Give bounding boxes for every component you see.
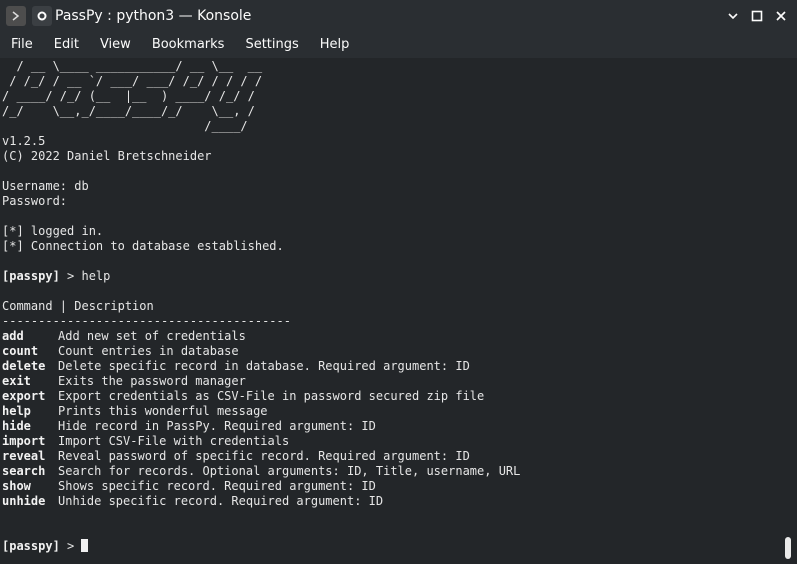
command-name: add (2, 329, 24, 343)
command-row: import Import CSV-File with credentials (2, 434, 777, 449)
command-name: import (2, 434, 46, 448)
command-name: show (2, 479, 31, 493)
help-prompt-line: [passpy] > help (2, 269, 777, 284)
command-name: delete (2, 359, 46, 373)
vertical-scrollbar[interactable] (783, 59, 793, 562)
connection-message: [*] Connection to database established. (2, 239, 284, 253)
command-description: Unhide specific record. Required argumen… (58, 494, 384, 508)
command-description: Prints this wonderful message (58, 404, 268, 418)
command-name: hide (2, 419, 31, 433)
command-description: Hide record in PassPy. Required argument… (58, 419, 376, 433)
version-text: v1.2.5 (2, 134, 46, 148)
command-description: Search for records. Optional arguments: … (58, 464, 521, 478)
command-name: exit (2, 374, 31, 388)
command-name: count (2, 344, 39, 358)
menu-settings[interactable]: Settings (235, 32, 309, 58)
window-menu-button[interactable] (6, 6, 26, 26)
table-separator: ---------------------------------------- (2, 314, 291, 328)
command-description: Delete specific record in database. Requ… (58, 359, 470, 373)
help-command-text: > help (59, 269, 111, 283)
command-description: Reveal password of specific record. Requ… (58, 449, 470, 463)
username-line: Username: db (2, 179, 89, 193)
command-name: help (2, 404, 31, 418)
command-row: count Count entries in database (2, 344, 777, 359)
banner-line: /____/ (2, 119, 270, 133)
scrollbar-thumb[interactable] (785, 537, 791, 559)
banner-line: / ____/ /_/ (__ |__ ) ____/ /_/ / (2, 89, 263, 103)
title-bar: PassPy : python3 — Konsole (0, 0, 797, 32)
close-icon (776, 11, 786, 21)
menu-file[interactable]: File (0, 32, 43, 58)
command-row: unhide Unhide specific record. Required a… (2, 494, 777, 509)
command-name: reveal (2, 449, 46, 463)
pin-icon (37, 11, 47, 21)
command-row: add Add new set of credentials (2, 329, 777, 344)
command-description: Shows specific record. Required argument… (58, 479, 376, 493)
menu-edit[interactable]: Edit (43, 32, 89, 58)
command-row: delete Delete specific record in database… (2, 359, 777, 374)
minimize-button[interactable] (725, 8, 741, 24)
menu-help[interactable]: Help (309, 32, 360, 58)
command-row: hide Hide record in PassPy. Required argu… (2, 419, 777, 434)
terminal-output[interactable]: / __ \____ ___________/ __ \__ __ / /_/ … (2, 59, 777, 562)
command-description: Import CSV-File with credentials (58, 434, 290, 448)
command-row: exit Exits the password manager (2, 374, 777, 389)
command-row: help Prints this wonderful message (2, 404, 777, 419)
command-row: search Search for records. Optional argum… (2, 464, 777, 479)
active-prompt-line[interactable]: [passpy] > (2, 539, 777, 554)
text-cursor (81, 539, 89, 552)
banner-line: /_/ \__,_/____/____/_/ \__, / (2, 104, 270, 118)
menu-bar: File Edit View Bookmarks Settings Help (0, 32, 797, 58)
command-description: Exits the password manager (58, 374, 246, 388)
window-title: PassPy : python3 — Konsole (55, 8, 252, 24)
keep-above-button[interactable] (32, 6, 52, 26)
banner-line: / /_/ / __ `/ ___/ ___/ /_/ / / / / (2, 74, 263, 88)
terminal-icon (12, 11, 20, 21)
close-button[interactable] (773, 8, 789, 24)
maximize-icon (751, 10, 763, 22)
command-description: Add new set of credentials (58, 329, 246, 343)
command-row: export Export credentials as CSV-File in … (2, 389, 777, 404)
password-line: Password: (2, 194, 68, 208)
command-name: unhide (2, 494, 46, 508)
minimize-icon (728, 13, 738, 20)
konsole-window: PassPy : python3 — Konsole File Edit Vie… (0, 0, 797, 564)
prompt-label: [passpy] (2, 269, 60, 283)
banner-line: / __ \____ ___________/ __ \__ __ (2, 59, 263, 73)
command-name: export (2, 389, 46, 403)
prompt-suffix: > (59, 539, 82, 553)
maximize-button[interactable] (749, 8, 765, 24)
menu-view[interactable]: View (89, 32, 141, 58)
command-name: search (2, 464, 46, 478)
command-row: reveal Reveal password of specific record… (2, 449, 777, 464)
prompt-label: [passpy] (2, 539, 60, 553)
command-description: Count entries in database (58, 344, 239, 358)
table-header: Command | Description (2, 299, 154, 313)
menu-bookmarks[interactable]: Bookmarks (141, 32, 235, 58)
copyright-text: (C) 2022 Daniel Bretschneider (2, 149, 212, 163)
command-description: Export credentials as CSV-File in passwo… (58, 389, 485, 403)
command-row: show Shows specific record. Required argu… (2, 479, 777, 494)
logged-in-message: [*] logged in. (2, 224, 104, 238)
